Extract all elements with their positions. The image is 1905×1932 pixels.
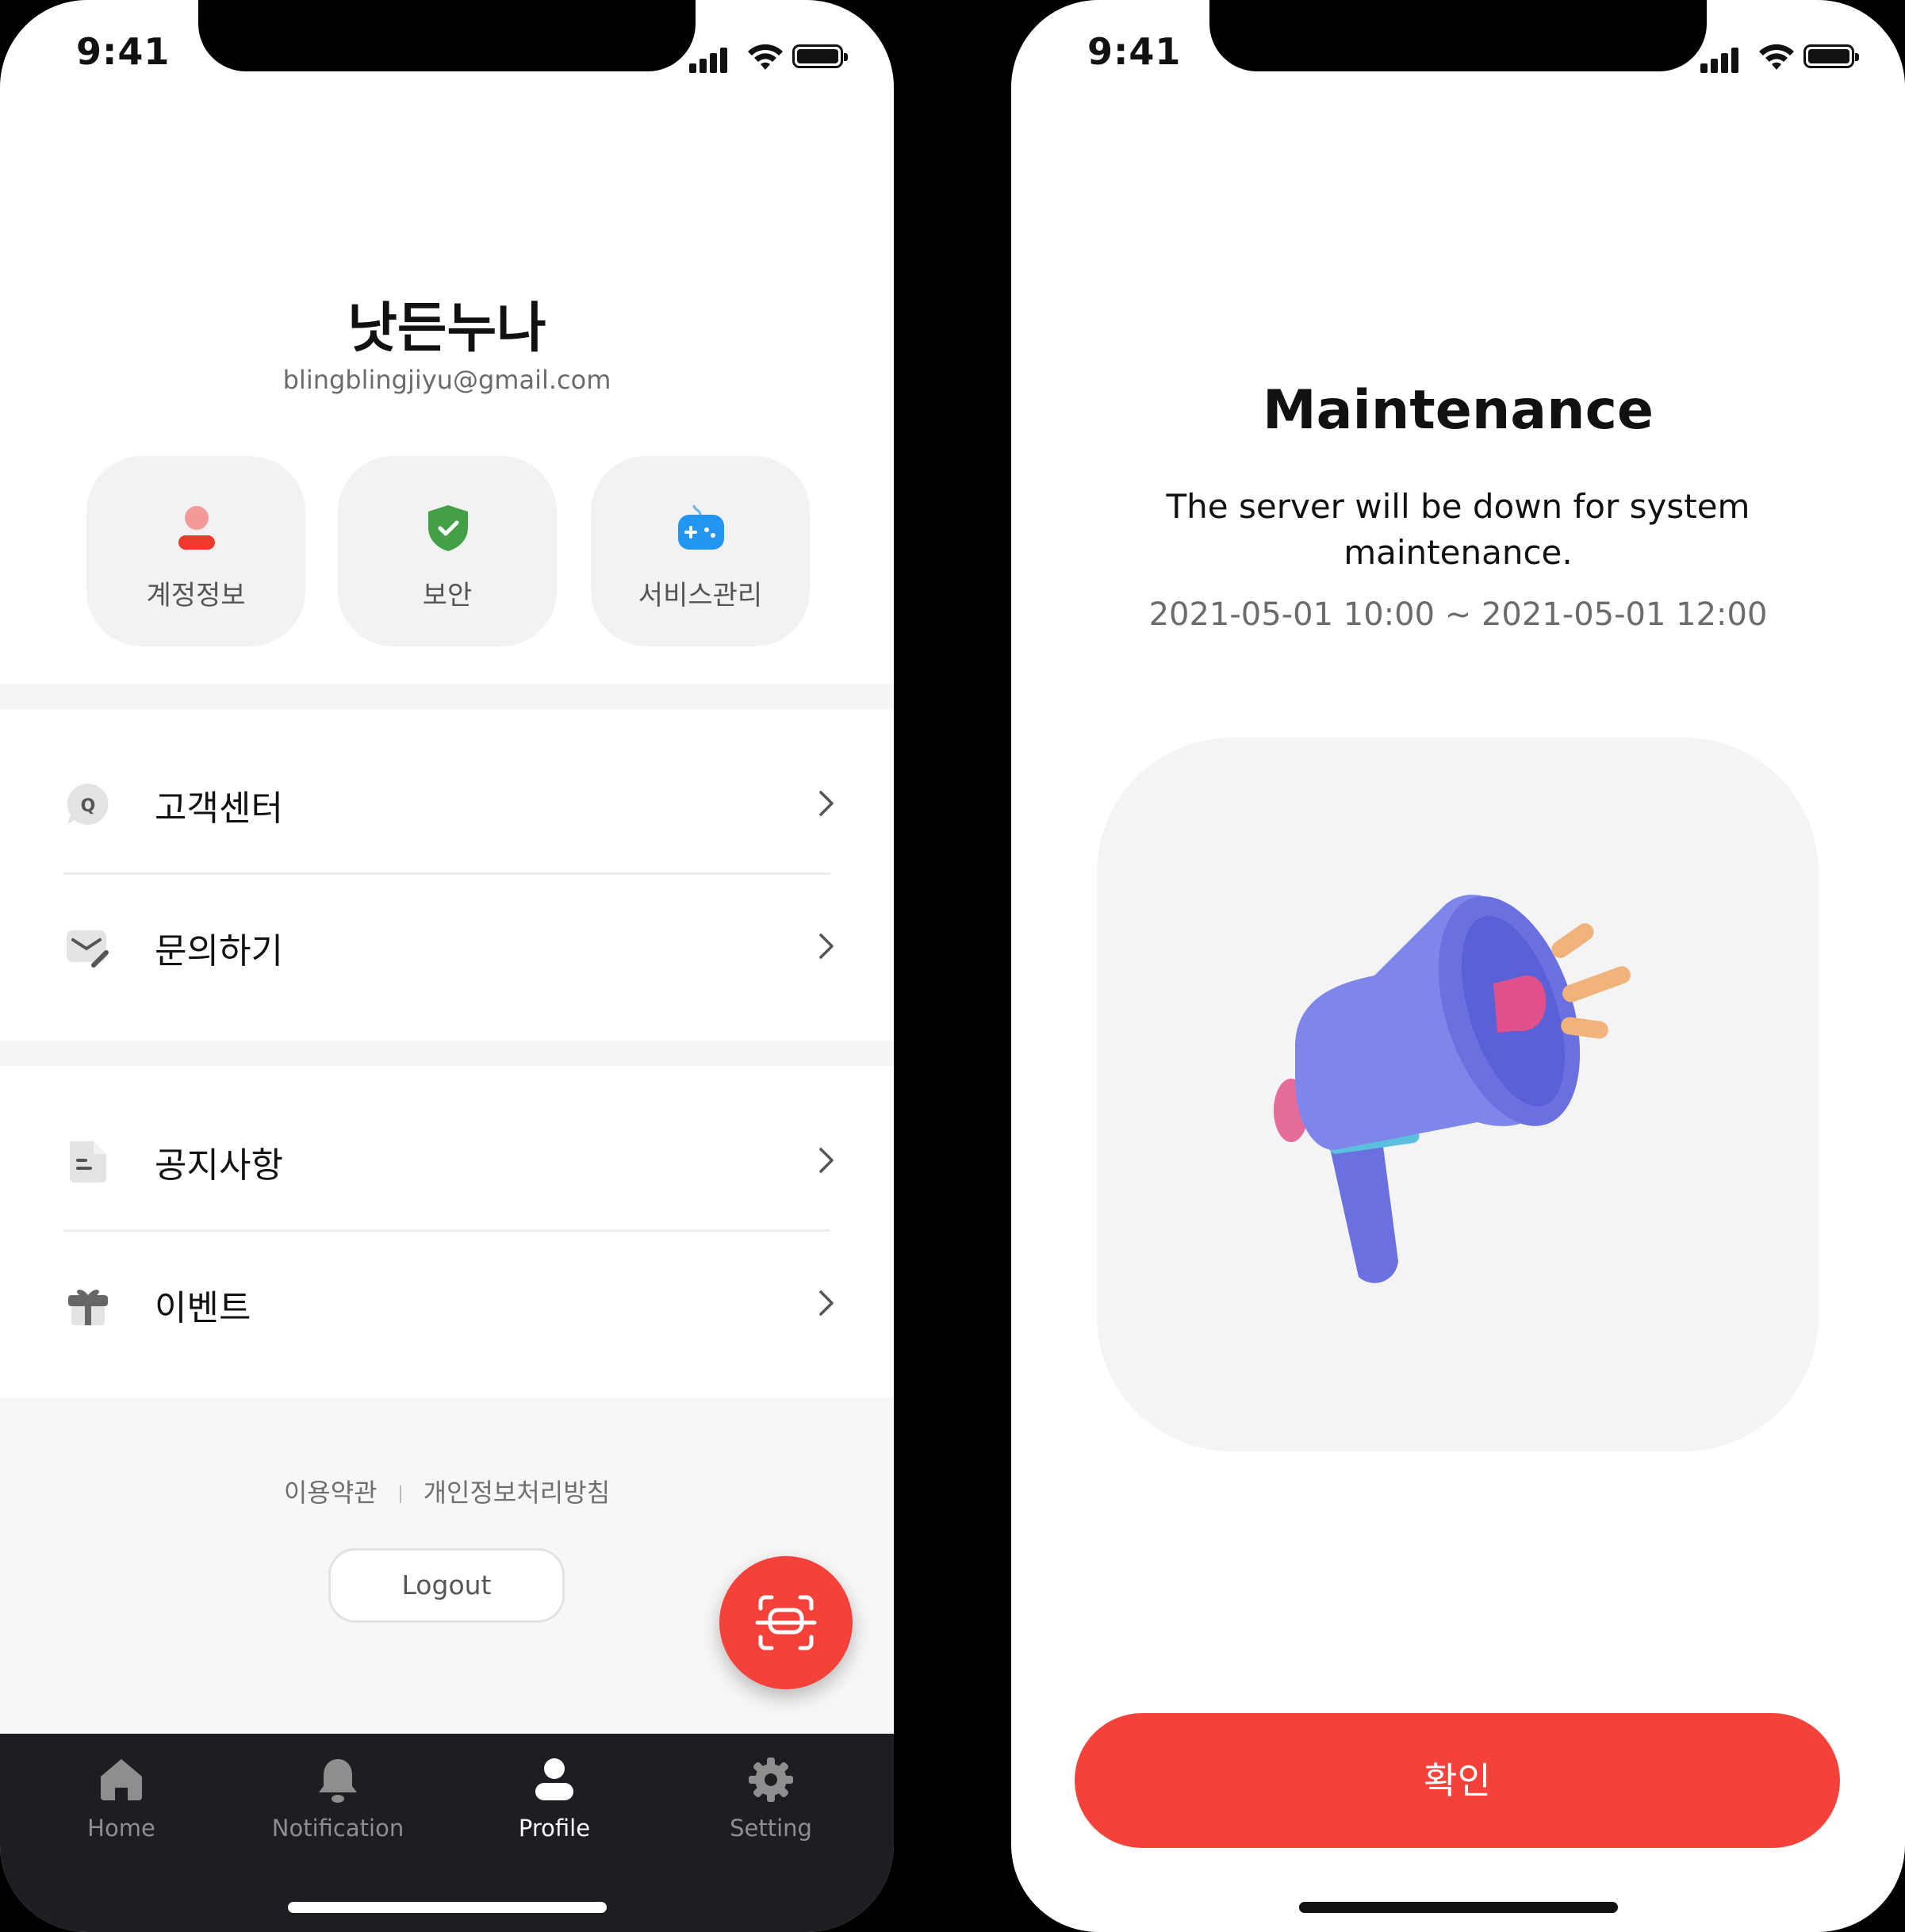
- account-info-button[interactable]: 계정정보: [86, 456, 305, 646]
- menu-item-event[interactable]: 이벤트: [0, 1232, 894, 1374]
- status-time: 9:41: [1087, 30, 1182, 73]
- footer-links: 이용약관 개인정보처리방침: [0, 1473, 894, 1509]
- tab-label: Profile: [518, 1815, 591, 1842]
- wifi-icon: [1759, 44, 1794, 70]
- bell-icon: [319, 1759, 357, 1803]
- signal-bar: [1711, 59, 1718, 73]
- signal-bar: [710, 53, 717, 73]
- home-indicator: [1299, 1902, 1618, 1913]
- signal-bar: [1721, 53, 1728, 73]
- document-icon: [70, 1141, 106, 1183]
- section-divider: [0, 1041, 894, 1066]
- chevron-right-icon: [819, 933, 834, 959]
- svg-text:Q: Q: [81, 796, 96, 816]
- maintenance-description: The server will be down for system maint…: [1166, 487, 1750, 572]
- profile-icon: [535, 1758, 573, 1800]
- terms-link[interactable]: 이용약관: [284, 1478, 378, 1508]
- account-info-label: 계정정보: [146, 580, 246, 611]
- menu-item-inquiry[interactable]: 문의하기: [0, 875, 894, 1018]
- maintenance-screen: 9:41 Maintenance The server will be down…: [1011, 0, 1905, 1932]
- home-indicator: [288, 1902, 607, 1913]
- menu-label: 고객센터: [155, 788, 283, 829]
- section-divider: [0, 684, 894, 709]
- user-icon: [178, 506, 215, 550]
- menu-item-customer-center[interactable]: Q 고객센터: [0, 732, 894, 875]
- chevron-right-icon: [819, 791, 834, 816]
- gift-icon: [68, 1290, 108, 1325]
- mail-edit-icon: [67, 930, 109, 968]
- scan-fab-button[interactable]: [719, 1556, 853, 1689]
- tab-profile[interactable]: Profile: [467, 1756, 642, 1851]
- battery-icon: [1803, 44, 1859, 68]
- gear-icon: [749, 1758, 793, 1802]
- logout-button[interactable]: Logout: [328, 1548, 565, 1623]
- status-icons: [1700, 41, 1867, 73]
- confirm-button[interactable]: 확인: [1075, 1713, 1840, 1848]
- tab-notification[interactable]: Notification: [251, 1756, 425, 1851]
- home-icon: [101, 1759, 142, 1800]
- illustration-card: [1097, 738, 1819, 1451]
- signal-icon: [689, 63, 696, 73]
- status-time: 9:41: [76, 30, 171, 73]
- signal-icon: [1700, 63, 1708, 73]
- menu-item-notice[interactable]: 공지사항: [0, 1089, 894, 1232]
- service-management-label: 서비스관리: [638, 580, 763, 611]
- gamepad-icon: [678, 504, 724, 550]
- tab-home[interactable]: Home: [34, 1756, 209, 1851]
- profile-name: 낫든누나: [347, 297, 546, 360]
- wifi-icon: [748, 44, 783, 70]
- security-label: 보안: [422, 580, 473, 611]
- security-button[interactable]: 보안: [338, 456, 557, 646]
- status-icons: [689, 41, 856, 73]
- chevron-right-icon: [819, 1290, 834, 1316]
- notch: [1209, 0, 1707, 71]
- scan-icon: [755, 1595, 817, 1650]
- maintenance-title: Maintenance: [1262, 379, 1654, 442]
- maintenance-schedule: 2021-05-01 10:00 ~ 2021-05-01 12:00: [1148, 596, 1768, 633]
- profile-screen: 9:41 낫든누나 blingblingjiyu@gmail.com 계정정보 …: [0, 0, 894, 1932]
- tab-label: Notification: [271, 1815, 404, 1842]
- chat-q-icon: Q: [67, 783, 109, 825]
- tab-setting[interactable]: Setting: [684, 1756, 858, 1851]
- signal-bar: [720, 48, 727, 73]
- chevron-right-icon: [819, 1148, 834, 1173]
- tab-label: Home: [87, 1815, 155, 1842]
- profile-email: blingblingjiyu@gmail.com: [282, 365, 611, 395]
- signal-bar: [1731, 48, 1738, 73]
- menu-label: 이벤트: [155, 1288, 251, 1328]
- tab-label: Setting: [730, 1815, 812, 1842]
- service-management-button[interactable]: 서비스관리: [591, 456, 810, 646]
- shield-check-icon: [428, 505, 468, 551]
- privacy-policy-link[interactable]: 개인정보처리방침: [424, 1478, 611, 1508]
- signal-bar: [700, 59, 707, 73]
- megaphone-icon: [1274, 895, 1631, 1283]
- battery-icon: [792, 44, 848, 68]
- link-separator: [399, 1485, 401, 1503]
- menu-label: 문의하기: [155, 931, 283, 972]
- menu-label: 공지사항: [155, 1145, 283, 1186]
- notch: [198, 0, 696, 71]
